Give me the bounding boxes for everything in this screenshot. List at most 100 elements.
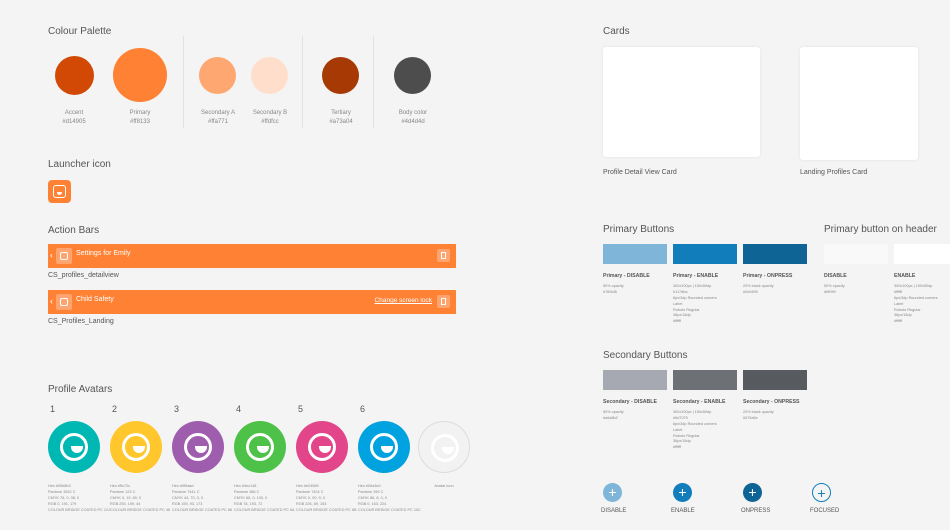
button-spec-line: #f9f9f9 xyxy=(824,289,836,294)
smile-icon xyxy=(133,446,145,453)
avatar-spec-line: COLOUR BRIDGE COATED PC 10C xyxy=(358,508,421,513)
launcher-icon xyxy=(48,180,71,203)
avatar-spec-line: COLOUR BRIDGE COATED PC 46 xyxy=(110,508,171,513)
add-icon[interactable]: + xyxy=(673,483,692,502)
button-spec: 300x100px | 150x50dp #6d7075 6px/3dp Round… xyxy=(673,410,739,451)
avatar[interactable] xyxy=(296,421,348,473)
button-swatch[interactable] xyxy=(824,244,888,264)
fab-state-label: ENABLE xyxy=(671,508,695,514)
avatar[interactable] xyxy=(172,421,224,473)
avatar-number: 3 xyxy=(174,404,180,414)
action-bar-title: Settings for Emily xyxy=(76,250,131,257)
smile-icon xyxy=(195,446,207,453)
button-spec-line: #ffffff xyxy=(673,319,682,324)
button-spec: 20% black opacity #575a5e xyxy=(743,410,809,422)
action-bar-caption: CS_Profiles_Landing xyxy=(48,318,114,325)
button-spec-line: #ffffff xyxy=(894,319,903,324)
avatar[interactable] xyxy=(234,421,286,473)
avatars-heading: Profile Avatars xyxy=(48,384,113,395)
button-swatch[interactable] xyxy=(603,244,667,264)
lock-icon[interactable] xyxy=(437,295,450,308)
button-state-label: Primary - ONPRESS xyxy=(743,273,793,279)
action-bar-landing: ‹ Child Safety Change screen lock xyxy=(48,290,456,314)
avatar-spec-line: COLOUR BRIDGE COATED PC 86 xyxy=(172,508,233,513)
chevron-left-icon[interactable]: ‹ xyxy=(50,250,53,260)
landing-profiles-card[interactable] xyxy=(800,47,918,160)
avatar-number: 2 xyxy=(112,404,118,414)
fab-state-label: ONPRESS xyxy=(741,508,771,514)
swatch-body-color xyxy=(394,57,431,94)
button-spec-line: #a6a8b2 xyxy=(603,415,618,420)
avatar-color-specs: Hex #9f5dad Pantone 7441 C CMYK 44, 70, 0,… xyxy=(172,483,236,513)
avatar-number: 4 xyxy=(236,404,242,414)
smile-icon xyxy=(442,447,454,454)
primary-buttons-heading: Primary Buttons xyxy=(603,224,675,235)
palette-heading: Colour Palette xyxy=(48,26,112,37)
avatar-color-specs: Hex #4ec148 Pantone 368 C CMYK 65, 0, 100,… xyxy=(234,483,298,513)
avatar[interactable] xyxy=(48,421,100,473)
button-swatch[interactable] xyxy=(673,244,737,264)
add-icon[interactable]: + xyxy=(603,483,622,502)
avatar-color-specs: Avatar Icon xyxy=(418,483,470,489)
avatar[interactable] xyxy=(358,421,410,473)
avatar-placeholder[interactable] xyxy=(418,421,470,473)
action-bars-heading: Action Bars xyxy=(48,225,100,236)
add-icon[interactable]: + xyxy=(743,483,762,502)
avatar-spec-line: Avatar Icon xyxy=(434,484,454,488)
swatch-secondary-a xyxy=(199,57,236,94)
avatar[interactable] xyxy=(110,421,162,473)
card-caption: Landing Profiles Card xyxy=(800,169,868,176)
app-icon xyxy=(56,294,72,310)
button-swatch[interactable] xyxy=(894,244,950,264)
button-state-label: DISABLE xyxy=(824,273,847,279)
button-swatch[interactable] xyxy=(743,370,807,390)
button-state-label: Secondary - ENABLE xyxy=(673,399,726,405)
trash-icon[interactable] xyxy=(437,249,450,262)
swatch-accent xyxy=(55,56,94,95)
face-icon xyxy=(431,434,459,462)
avatar-number: 5 xyxy=(298,404,304,414)
card-caption: Profile Detail View Card xyxy=(603,169,677,176)
smile-icon xyxy=(71,446,83,453)
swatch-secondary-b xyxy=(251,57,288,94)
avatar-color-specs: Hex #e24589 Pantone 7424 C CMYK 0, 90, 9, … xyxy=(296,483,360,513)
plus-icon: + xyxy=(748,484,757,500)
button-spec: 20% black opacity #0e6495 xyxy=(743,284,809,296)
app-icon xyxy=(56,248,72,264)
avatar-number: 6 xyxy=(360,404,366,414)
button-spec: 300x100px | 150x50dp #ffffff 6px/3dp Round… xyxy=(894,284,950,325)
face-icon xyxy=(122,433,150,461)
button-swatch[interactable] xyxy=(603,370,667,390)
button-spec-line: #7fb5d8 xyxy=(603,289,617,294)
avatar-spec-line: COLOUR BRIDGE COATED PC 12J xyxy=(48,508,110,513)
face-icon xyxy=(308,433,336,461)
face-icon xyxy=(246,433,274,461)
divider xyxy=(183,36,184,128)
action-bar-detailview: ‹ Settings for Emily xyxy=(48,244,456,268)
cards-heading: Cards xyxy=(603,26,630,37)
action-bar-caption: CS_profiles_detailview xyxy=(48,272,119,279)
button-swatch[interactable] xyxy=(673,370,737,390)
add-icon[interactable]: + xyxy=(812,483,831,502)
action-bar-title: Child Safety xyxy=(76,296,114,303)
profile-detail-card[interactable] xyxy=(603,47,760,157)
face-icon xyxy=(370,433,398,461)
button-state-label: Primary - ENABLE xyxy=(673,273,719,279)
swatch-primary xyxy=(113,48,167,102)
avatar-color-specs: Hex #00a3e0 Pantone 299 C CMYK 86, 8, 0, 0… xyxy=(358,483,422,513)
button-state-label: Secondary - DISABLE xyxy=(603,399,657,405)
header-buttons-heading: Primary button on header xyxy=(824,224,937,235)
button-spec: 50% opacity #7fb5d8 xyxy=(603,284,669,296)
fab-state-label: DISABLE xyxy=(601,508,627,514)
plus-icon: + xyxy=(678,484,687,500)
swatch-body-color-label: Body color #4d4d4d xyxy=(398,110,428,126)
button-swatch[interactable] xyxy=(743,244,807,264)
button-spec: 50% opacity #f9f9f9 xyxy=(824,284,890,296)
swatch-primary-label: Primary #ff8133 xyxy=(129,110,151,126)
chevron-left-icon[interactable]: ‹ xyxy=(50,296,53,306)
plus-icon: + xyxy=(817,485,826,501)
change-screen-lock-link[interactable]: Change screen lock xyxy=(375,297,432,304)
swatch-tertiary xyxy=(322,57,359,94)
swatch-accent-label: Accent #d14905 xyxy=(62,110,86,126)
avatar-color-specs: Hex #00b8b3 Pantone 3262 C CMYK 76, 0, 38,… xyxy=(48,483,112,513)
